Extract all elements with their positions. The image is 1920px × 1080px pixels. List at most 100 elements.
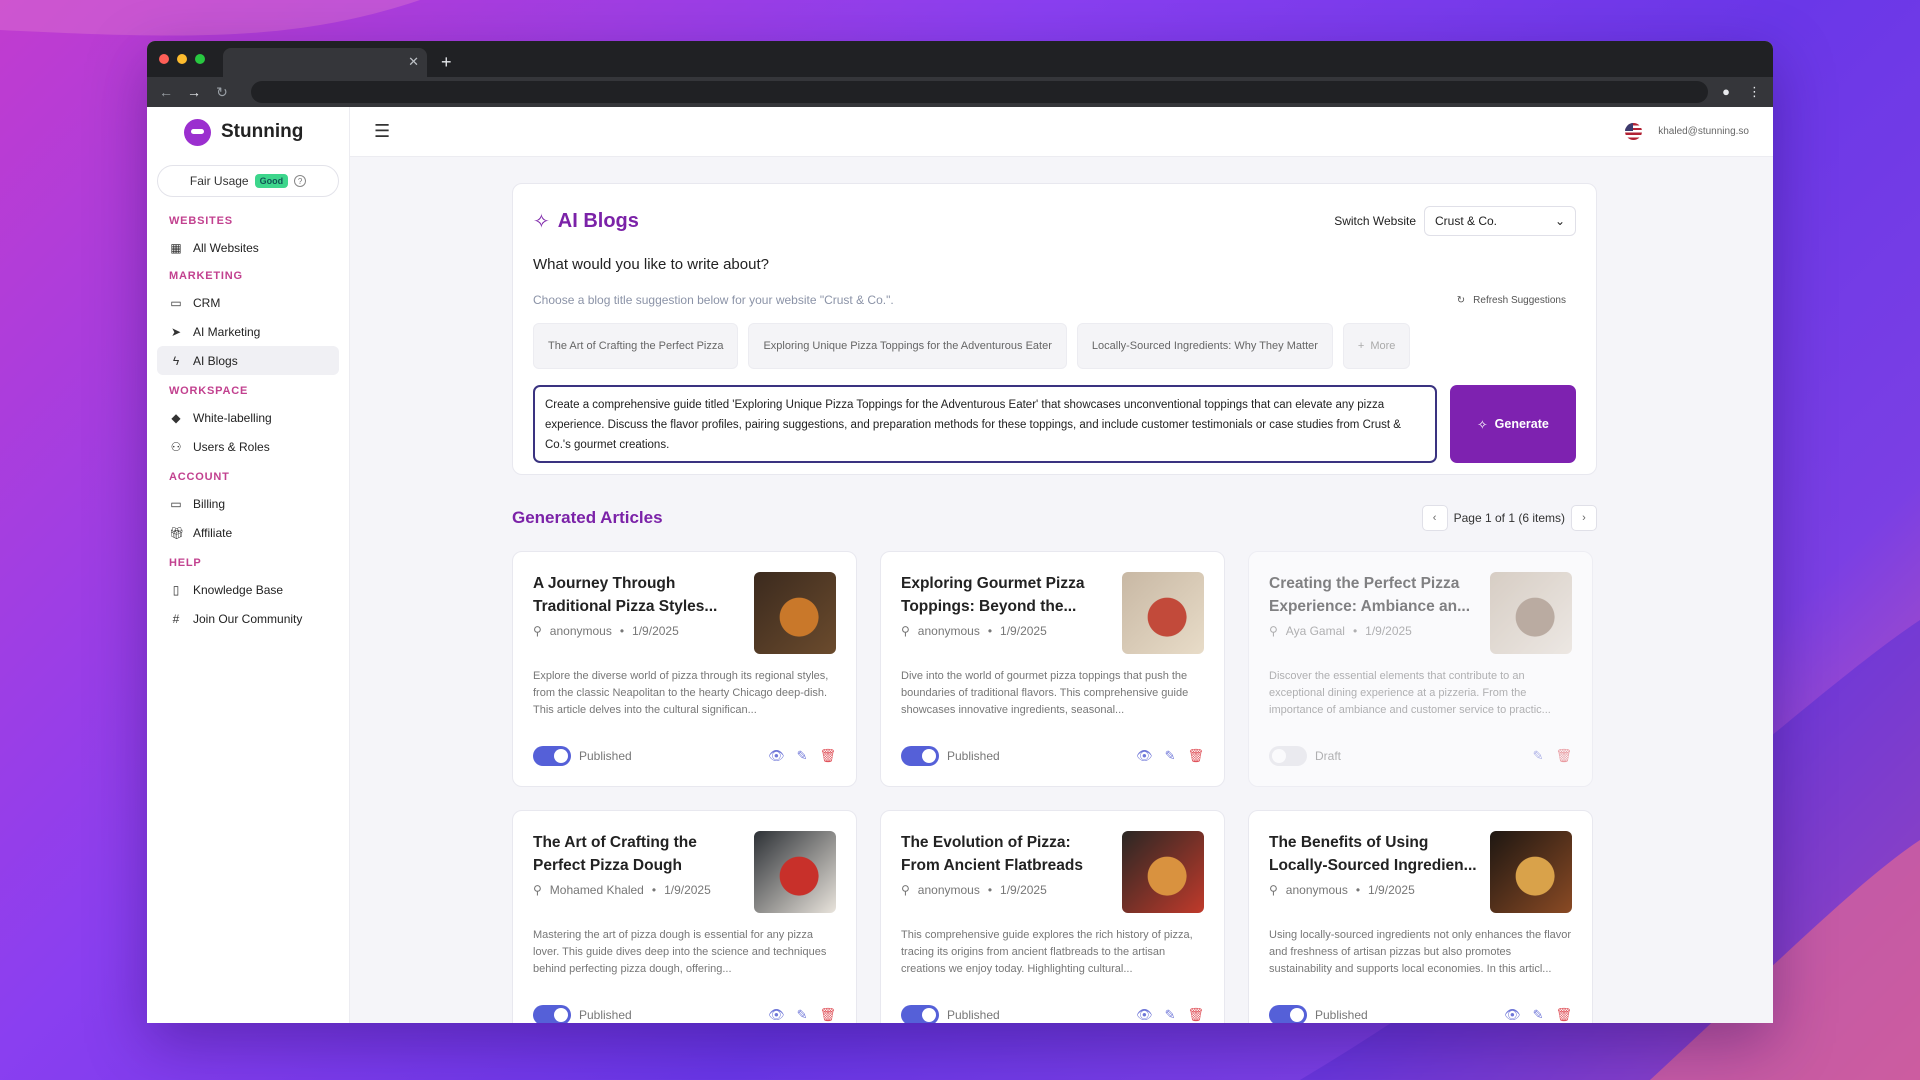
edit-icon[interactable]: ✎ xyxy=(797,1007,808,1023)
article-status: Published xyxy=(947,1008,1000,1022)
article-title[interactable]: A Journey Through Traditional Pizza Styl… xyxy=(533,572,743,618)
article-title[interactable]: Creating the Perfect Pizza Experience: A… xyxy=(1269,572,1479,618)
browser-tab[interactable]: ✕ xyxy=(223,48,427,77)
dot-separator: • xyxy=(987,624,993,638)
edit-icon[interactable]: ✎ xyxy=(1165,748,1176,764)
trash-icon[interactable]: 🗑︎ xyxy=(1187,1007,1204,1023)
more-label: More xyxy=(1370,340,1396,352)
pager-text: Page 1 of 1 (6 items) xyxy=(1453,511,1565,525)
article-date: 1/9/2025 xyxy=(664,883,711,897)
eye-icon[interactable]: 👁︎ xyxy=(1136,1007,1153,1023)
bolt-icon: ϟ xyxy=(172,353,180,368)
publish-toggle[interactable] xyxy=(901,746,939,766)
layout-icon: ▦ xyxy=(170,240,182,255)
trash-icon[interactable]: 🗑︎ xyxy=(1187,748,1204,764)
sidebar-item-join-community[interactable]: # Join Our Community xyxy=(157,604,339,633)
website-select[interactable]: Crust & Co. ⌄ xyxy=(1424,206,1576,236)
brand[interactable]: Stunning xyxy=(157,117,339,147)
back-icon[interactable]: ← xyxy=(159,84,173,100)
article-date: 1/9/2025 xyxy=(1000,883,1047,897)
article-card[interactable]: The Benefits of Using Locally-Sourced In… xyxy=(1248,810,1593,1023)
sidebar-item-billing[interactable]: ▭ Billing xyxy=(157,489,339,518)
edit-icon[interactable]: ✎ xyxy=(1533,1007,1544,1023)
article-thumbnail xyxy=(1122,831,1204,913)
publish-toggle[interactable] xyxy=(1269,746,1307,766)
edit-icon[interactable]: ✎ xyxy=(797,748,808,764)
publish-toggle[interactable] xyxy=(533,746,571,766)
fair-usage-pill[interactable]: Fair Usage Good ? xyxy=(157,165,339,197)
sidebar-section-marketing: MARKETING ▭ CRM ➤ AI Marketing ϟ AI Blog… xyxy=(157,270,339,375)
article-card[interactable]: A Journey Through Traditional Pizza Styl… xyxy=(512,551,857,787)
minimize-window-button[interactable] xyxy=(177,54,187,64)
user-email[interactable]: khaled@stunning.so xyxy=(1658,126,1749,137)
suggestion-chip[interactable]: Exploring Unique Pizza Toppings for the … xyxy=(748,323,1067,369)
main-content: ☰ khaled@stunning.so ✧ AI Blogs Switch W… xyxy=(350,107,1773,1023)
close-window-button[interactable] xyxy=(159,54,169,64)
help-icon[interactable]: ? xyxy=(294,175,307,187)
article-card[interactable]: The Evolution of Pizza: From Ancient Fla… xyxy=(880,810,1225,1023)
articles-grid: A Journey Through Traditional Pizza Styl… xyxy=(512,551,1597,1023)
sidebar-item-label: Users & Roles xyxy=(193,439,270,454)
publish-toggle[interactable] xyxy=(1269,1005,1307,1023)
profile-icon[interactable]: ● xyxy=(1722,84,1730,100)
trash-icon[interactable]: 🗑︎ xyxy=(819,748,836,764)
sidebar-item-knowledge-base[interactable]: ▯ Knowledge Base xyxy=(157,575,339,604)
article-card[interactable]: Exploring Gourmet Pizza Toppings: Beyond… xyxy=(880,551,1225,787)
article-title[interactable]: The Benefits of Using Locally-Sourced In… xyxy=(1269,831,1479,877)
publish-toggle[interactable] xyxy=(533,1005,571,1023)
article-card[interactable]: Creating the Perfect Pizza Experience: A… xyxy=(1248,551,1593,787)
trash-icon[interactable]: 🗑︎ xyxy=(1555,1007,1572,1023)
eye-icon[interactable]: 👁︎ xyxy=(1504,1007,1521,1023)
prev-page-button[interactable]: ‹ xyxy=(1421,505,1448,531)
edit-icon[interactable]: ✎ xyxy=(1165,1007,1176,1023)
publish-toggle[interactable] xyxy=(901,1005,939,1023)
sidebar-item-ai-marketing[interactable]: ➤ AI Marketing xyxy=(157,317,339,346)
prompt-question: What would you like to write about? xyxy=(533,256,769,273)
sidebar-item-users-roles[interactable]: ⚇ Users & Roles xyxy=(157,432,339,461)
article-date: 1/9/2025 xyxy=(632,624,679,638)
forward-icon[interactable]: → xyxy=(187,84,201,100)
article-title[interactable]: Exploring Gourmet Pizza Toppings: Beyond… xyxy=(901,572,1111,618)
sidebar-item-affiliate[interactable]: 🎁︎ Affiliate xyxy=(157,518,339,547)
menu-toggle-icon[interactable]: ☰ xyxy=(374,121,390,142)
suggestion-chip[interactable]: The Art of Crafting the Perfect Pizza xyxy=(533,323,739,369)
eye-icon[interactable]: 👁︎ xyxy=(1136,748,1153,764)
next-page-button[interactable]: › xyxy=(1571,505,1597,531)
page-title: ✧ AI Blogs xyxy=(533,209,639,234)
eye-icon[interactable]: 👁︎ xyxy=(768,1007,785,1023)
new-tab-icon[interactable]: + xyxy=(441,52,452,73)
article-thumbnail xyxy=(1490,572,1572,654)
article-author: anonymous xyxy=(549,624,612,638)
trash-icon[interactable]: 🗑︎ xyxy=(819,1007,836,1023)
sidebar-item-crm[interactable]: ▭ CRM xyxy=(157,288,339,317)
user-icon: ⚲ xyxy=(1269,624,1278,638)
sidebar-item-label: Knowledge Base xyxy=(193,582,284,597)
eye-icon[interactable]: 👁︎ xyxy=(768,748,785,764)
article-status: Published xyxy=(1315,1008,1368,1022)
card-icon: ▭ xyxy=(170,295,182,310)
sidebar-item-ai-blogs[interactable]: ϟ AI Blogs xyxy=(157,346,339,375)
us-flag-icon[interactable] xyxy=(1625,123,1643,140)
reload-icon[interactable]: ↻ xyxy=(215,84,229,101)
refresh-suggestions-button[interactable]: ↻ Refresh Suggestions xyxy=(1457,293,1576,307)
fair-usage-badge: Good xyxy=(254,174,289,188)
generate-button[interactable]: ✧ Generate xyxy=(1450,385,1576,463)
prompt-textarea[interactable]: Create a comprehensive guide titled 'Exp… xyxy=(533,385,1437,463)
browser-menu-icon[interactable]: ⋮ xyxy=(1748,84,1761,100)
article-card[interactable]: The Art of Crafting the Perfect Pizza Do… xyxy=(512,810,857,1023)
suggestion-chip[interactable]: Locally-Sourced Ingredients: Why They Ma… xyxy=(1076,323,1333,369)
article-title[interactable]: The Art of Crafting the Perfect Pizza Do… xyxy=(533,831,743,877)
address-bar[interactable] xyxy=(251,81,1709,103)
trash-icon[interactable]: 🗑︎ xyxy=(1555,748,1572,764)
sidebar-item-all-websites[interactable]: ▦ All Websites xyxy=(157,233,339,262)
more-suggestions-button[interactable]: + More xyxy=(1342,323,1411,369)
generate-label: Generate xyxy=(1494,417,1549,431)
sidebar-item-white-labelling[interactable]: ◆ White-labelling xyxy=(157,403,339,432)
close-tab-icon[interactable]: ✕ xyxy=(408,54,419,70)
article-status: Draft xyxy=(1315,749,1342,763)
article-title[interactable]: The Evolution of Pizza: From Ancient Fla… xyxy=(901,831,1111,877)
sidebar-item-label: White-labelling xyxy=(193,410,272,425)
sidebar-heading: MARKETING xyxy=(169,270,243,282)
edit-icon[interactable]: ✎ xyxy=(1533,748,1544,764)
maximize-window-button[interactable] xyxy=(195,54,205,64)
